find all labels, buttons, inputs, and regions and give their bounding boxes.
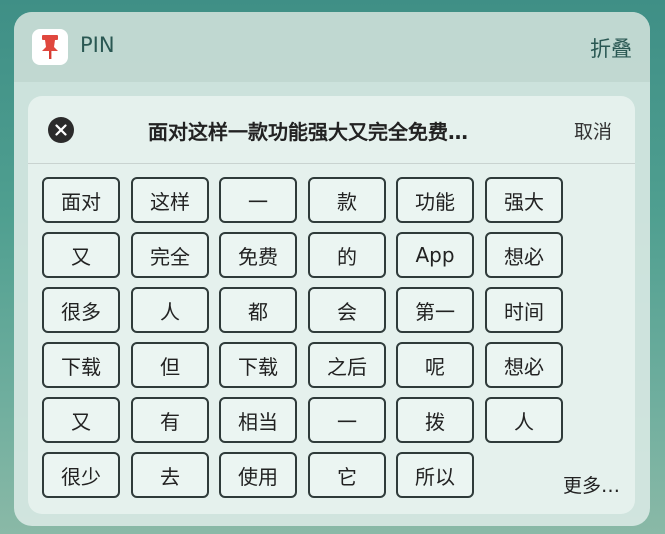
card-title: 面对这样一款功能强大又完全免费… xyxy=(148,120,468,144)
token-chip[interactable]: 很少 xyxy=(42,452,120,498)
token-chip[interactable]: App xyxy=(396,232,474,278)
token-chip[interactable]: 但 xyxy=(131,342,209,388)
token-chip[interactable]: 相当 xyxy=(219,397,297,443)
token-chip[interactable]: 都 xyxy=(219,287,297,333)
close-icon[interactable] xyxy=(48,117,74,143)
app-name: PIN xyxy=(80,33,115,57)
token-chip[interactable]: 呢 xyxy=(396,342,474,388)
token-chip[interactable]: 这样 xyxy=(131,177,209,223)
collapse-button[interactable]: 折叠 xyxy=(590,33,632,63)
token-chip[interactable]: 下载 xyxy=(42,342,120,388)
token-chip[interactable]: 免费 xyxy=(219,232,297,278)
token-chip[interactable]: 强大 xyxy=(485,177,563,223)
token-chip[interactable]: 面对 xyxy=(42,177,120,223)
token-chip[interactable]: 很多 xyxy=(42,287,120,333)
split-card: 面对这样一款功能强大又完全免费… 取消 面对 这样一款功能 强大又完全 免费的 App 想… xyxy=(28,96,635,514)
token-chip[interactable]: 所以 xyxy=(396,452,474,498)
token-chip[interactable]: 功能 xyxy=(396,177,474,223)
token-chip[interactable]: 的 xyxy=(308,232,386,278)
card-header: 面对这样一款功能强大又完全免费… 取消 xyxy=(28,96,635,164)
token-chip[interactable]: 又 xyxy=(42,397,120,443)
token-chip[interactable]: 款 xyxy=(308,177,386,223)
token-chip[interactable]: 会 xyxy=(308,287,386,333)
token-chip[interactable]: 一 xyxy=(219,177,297,223)
token-chip[interactable]: 完全 xyxy=(131,232,209,278)
token-chip[interactable]: 时间 xyxy=(485,287,563,333)
widget-header: PIN 折叠 xyxy=(14,12,650,82)
token-chip[interactable]: 使用 xyxy=(219,452,297,498)
token-chip[interactable]: 想必 xyxy=(485,232,563,278)
token-chip[interactable]: 拨 xyxy=(396,397,474,443)
token-chip[interactable]: 之后 xyxy=(308,342,386,388)
token-chip[interactable]: 又 xyxy=(42,232,120,278)
token-chip[interactable]: 人 xyxy=(131,287,209,333)
cancel-button[interactable]: 取消 xyxy=(574,117,612,144)
token-chip[interactable]: 想必 xyxy=(485,342,563,388)
more-button[interactable]: 更多… xyxy=(563,471,620,498)
token-chip[interactable]: 一 xyxy=(308,397,386,443)
token-chip[interactable]: 它 xyxy=(308,452,386,498)
token-chip[interactable]: 下载 xyxy=(219,342,297,388)
token-chip[interactable]: 去 xyxy=(131,452,209,498)
token-chip[interactable]: 第一 xyxy=(396,287,474,333)
token-chip[interactable]: 有 xyxy=(131,397,209,443)
token-chip[interactable]: 人 xyxy=(485,397,563,443)
pushpin-icon xyxy=(32,29,68,65)
pin-widget: PIN 折叠 面对这样一款功能强大又完全免费… 取消 面对 这样一款功能 强大又完全… xyxy=(14,12,650,526)
